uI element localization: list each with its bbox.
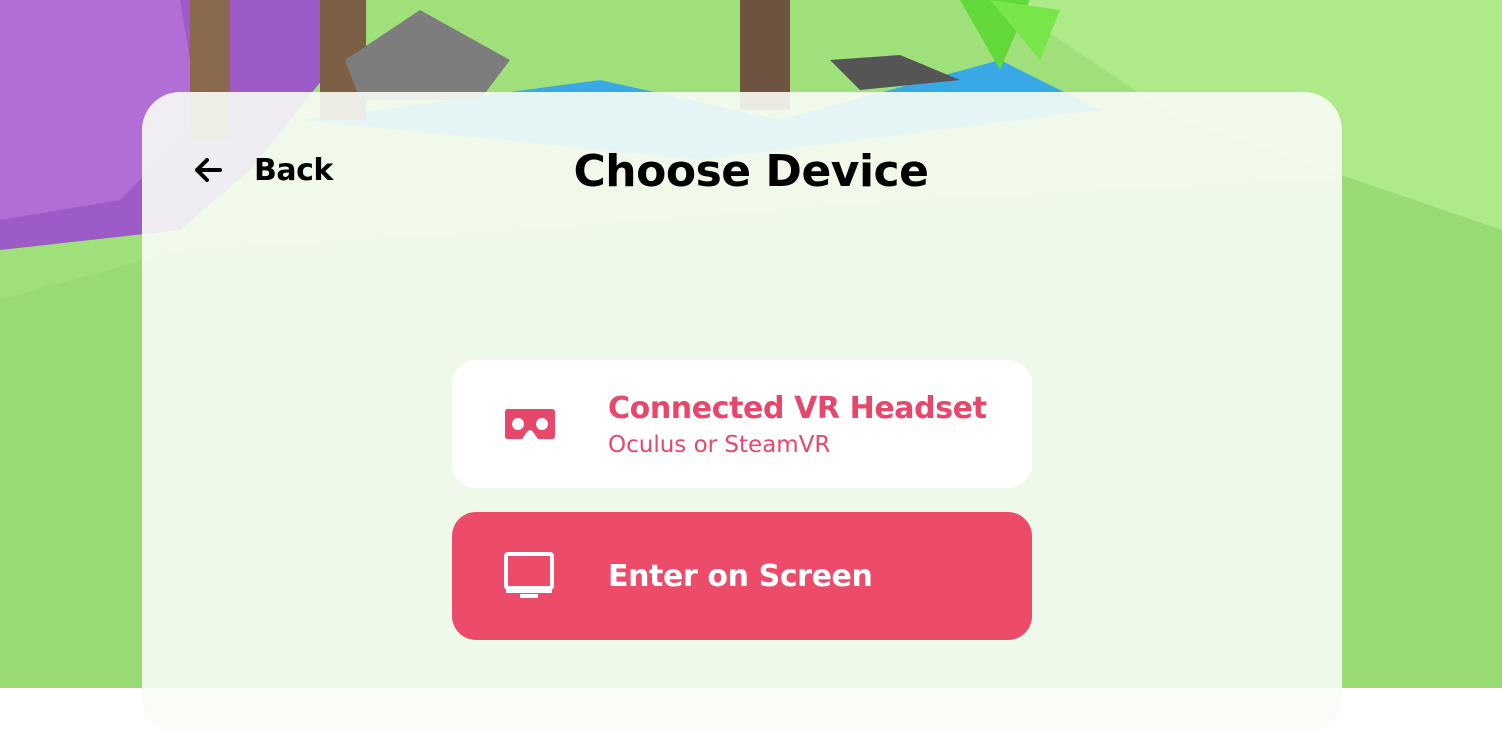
vr-option-subtitle: Oculus or SteamVR	[608, 431, 831, 458]
back-button[interactable]: Back	[190, 150, 333, 190]
vr-headset-option[interactable]: Connected VR Headset Oculus or SteamVR	[452, 360, 1032, 488]
monitor-icon	[504, 552, 554, 598]
back-label: Back	[254, 152, 333, 188]
vr-option-title: Connected VR Headset	[608, 390, 987, 426]
arrow-left-icon	[195, 158, 222, 182]
screen-option[interactable]: Enter on Screen	[452, 512, 1032, 640]
vr-headset-icon	[505, 409, 555, 439]
screen-option-title: Enter on Screen	[608, 558, 873, 594]
